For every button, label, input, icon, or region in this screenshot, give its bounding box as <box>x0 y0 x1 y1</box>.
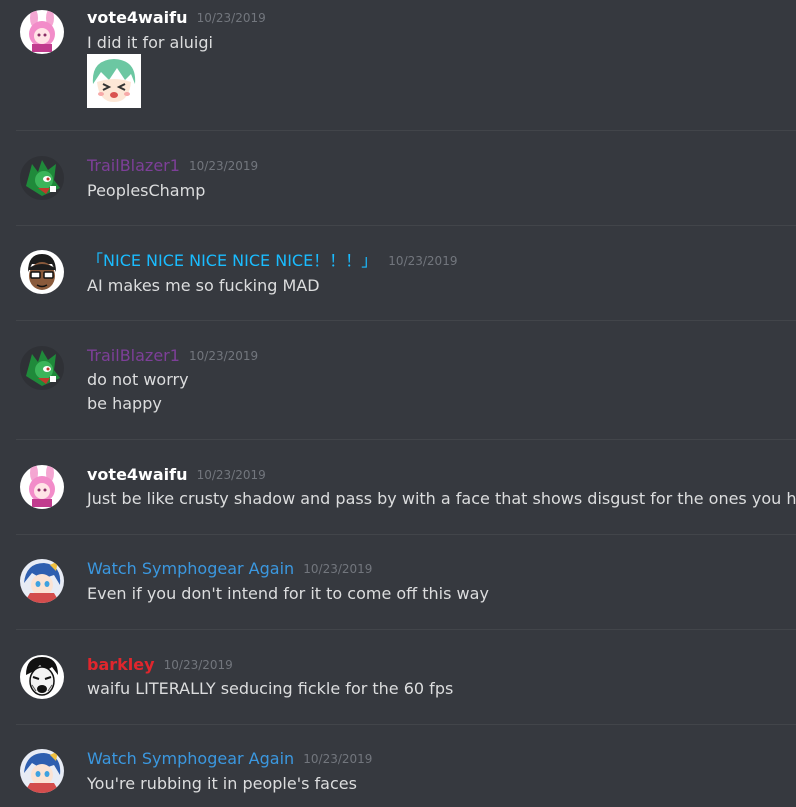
message-group: vote4waifu 10/23/2019 Just be like crust… <box>0 440 796 534</box>
username[interactable]: Watch Symphogear Again <box>87 558 294 580</box>
username[interactable]: 「NICE NICE NICE NICE NICE！！！」 <box>87 250 377 272</box>
username[interactable]: vote4waifu <box>87 7 187 29</box>
username[interactable]: TrailBlazer1 <box>87 345 180 367</box>
message-text: do not worry <box>87 370 189 389</box>
glasses-guy-avatar[interactable] <box>20 250 64 294</box>
message-group: TrailBlazer1 10/23/2019 do not worry be … <box>0 321 796 439</box>
message-text: waifu LITERALLY seducing fickle for the … <box>87 679 454 698</box>
message-text: AI makes me so fucking MAD <box>87 276 320 295</box>
timestamp: 10/23/2019 <box>196 468 266 482</box>
message-group: TrailBlazer1 10/23/2019 PeoplesChamp <box>0 131 796 221</box>
pink-anime-girl-avatar[interactable] <box>20 10 64 54</box>
timestamp: 10/23/2019 <box>189 159 259 173</box>
message-text: You're rubbing it in people's faces <box>87 774 357 793</box>
username[interactable]: barkley <box>87 654 155 676</box>
message-group: vote4waifu 10/23/2019 I did it for aluig… <box>0 0 796 130</box>
message-group: barkley 10/23/2019 waifu LITERALLY seduc… <box>0 630 796 724</box>
timestamp: 10/23/2019 <box>303 562 373 576</box>
message-group: Watch Symphogear Again 10/23/2019 Even i… <box>0 535 796 629</box>
blue-anime-avatar[interactable] <box>20 749 64 793</box>
message-text: PeoplesChamp <box>87 181 206 200</box>
green-hedgehog-avatar[interactable] <box>20 346 64 390</box>
username[interactable]: Watch Symphogear Again <box>87 748 294 770</box>
timestamp: 10/23/2019 <box>388 254 458 268</box>
message-text: Just be like crusty shadow and pass by w… <box>87 489 796 508</box>
message-group: 「NICE NICE NICE NICE NICE！！！」 10/23/2019… <box>0 226 796 321</box>
message-text: I did it for aluigi <box>87 33 213 52</box>
green-anime-emoji[interactable] <box>87 54 141 108</box>
timestamp: 10/23/2019 <box>163 658 233 672</box>
manga-face-avatar[interactable] <box>20 655 64 699</box>
message-text: Even if you don't intend for it to come … <box>87 584 489 603</box>
message-text: be happy <box>87 394 162 413</box>
pink-anime-girl-avatar[interactable] <box>20 465 64 509</box>
timestamp: 10/23/2019 <box>303 752 373 766</box>
username[interactable]: TrailBlazer1 <box>87 155 180 177</box>
chat-messages: vote4waifu 10/23/2019 I did it for aluig… <box>0 0 796 807</box>
blue-anime-avatar[interactable] <box>20 559 64 603</box>
green-hedgehog-avatar[interactable] <box>20 156 64 200</box>
timestamp: 10/23/2019 <box>196 11 266 25</box>
message-group: Watch Symphogear Again 10/23/2019 You're… <box>0 725 796 807</box>
timestamp: 10/23/2019 <box>189 349 259 363</box>
username[interactable]: vote4waifu <box>87 464 187 486</box>
